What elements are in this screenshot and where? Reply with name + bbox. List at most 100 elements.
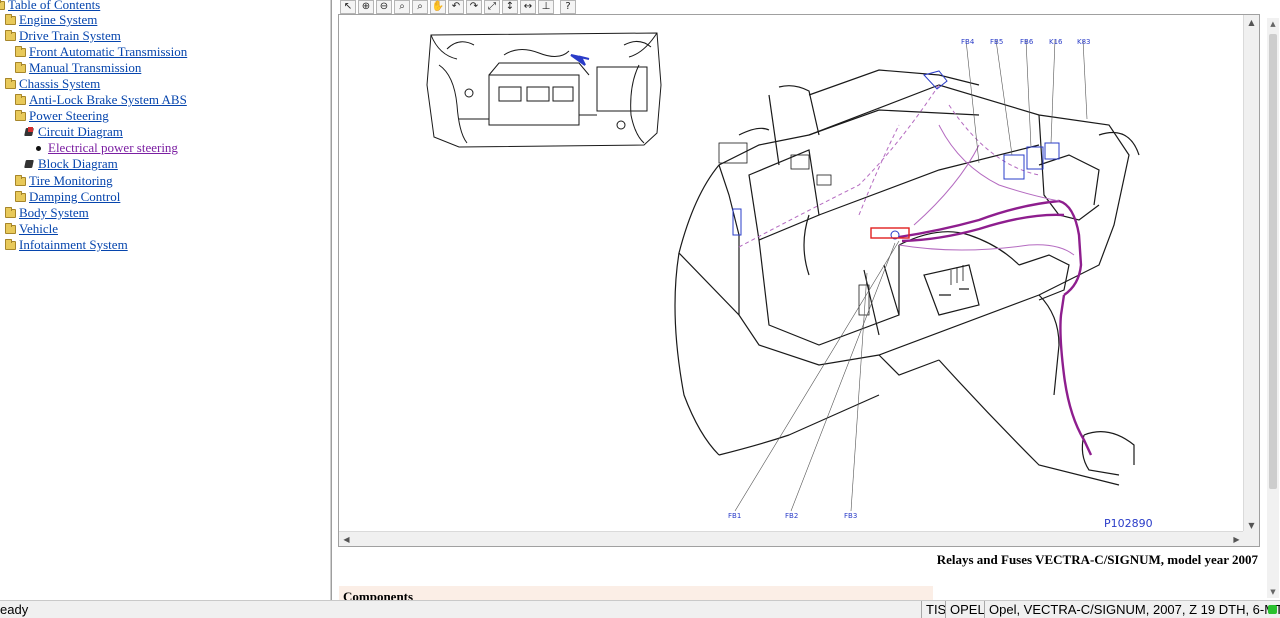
components-section: Components [339, 586, 933, 600]
folder-icon [5, 13, 16, 25]
folder-icon [15, 93, 26, 105]
tree-item-chassis-system[interactable]: Chassis System [5, 76, 100, 92]
tree-item-label[interactable]: Electrical power steering [48, 140, 178, 156]
zoom-window-icon[interactable]: ⌕ [412, 0, 428, 14]
measure-icon[interactable]: ⊥ [538, 0, 554, 14]
zoom-out-icon[interactable]: ⊖ [376, 0, 392, 14]
callout-labels: FB4 FB5 FB6 K16 K83 FB1 FB2 FB3 [728, 38, 1091, 520]
tree-item-label[interactable]: Chassis System [19, 76, 100, 92]
viewer-toolbar: ↖ ⊕ ⊖ ⌕ ⌕ ✋ ↶ ↷ ⤢ ↕ ↔ ⊥ ? [340, 0, 576, 14]
components-heading: Components [343, 589, 414, 600]
status-cell-brand: OPEL [945, 601, 989, 618]
fusebox-outline [674, 69, 1140, 486]
leader-lines [734, 39, 1088, 512]
status-text: eady [0, 602, 29, 617]
label-fb5: FB5 [990, 38, 1003, 46]
folder-icon [5, 77, 16, 89]
tree-item-body-system[interactable]: Body System [5, 205, 89, 221]
label-fb1: FB1 [728, 512, 741, 520]
dashed-harness [738, 84, 1040, 248]
tree-item-label[interactable]: Front Automatic Transmission [29, 44, 187, 60]
engine-bay-inset [426, 32, 662, 148]
tree-item-label[interactable]: Engine System [19, 12, 97, 28]
book-icon [25, 127, 34, 137]
tree-item-label[interactable]: Damping Control [29, 189, 120, 205]
scrollbar-thumb[interactable] [1269, 34, 1277, 489]
folder-icon [15, 174, 26, 186]
tree-item-label[interactable]: Anti-Lock Brake System ABS [29, 92, 187, 108]
scrollbar-corner [1243, 531, 1259, 546]
document-pane: ↖ ⊕ ⊖ ⌕ ⌕ ✋ ↶ ↷ ⤢ ↕ ↔ ⊥ ? FB4 FB5 FB6 K1… [332, 0, 1280, 600]
tree-item-manual-transmission[interactable]: Manual Transmission [15, 60, 141, 76]
folder-icon [0, 0, 5, 10]
label-fb2: FB2 [785, 512, 798, 520]
tree-item-label[interactable]: Infotainment System [19, 237, 128, 253]
folder-icon [15, 190, 26, 202]
scroll-down-icon[interactable]: ▼ [1267, 586, 1279, 598]
fit-all-icon[interactable]: ⤢ [484, 0, 500, 14]
tree-item-circuit-diagram[interactable]: Circuit Diagram [25, 124, 123, 140]
figure-caption: Relays and Fuses VECTRA-C/SIGNUM, model … [936, 552, 1258, 567]
folder-icon [15, 45, 26, 57]
pan-hand-icon[interactable]: ✋ [430, 0, 446, 14]
zoom-in-icon[interactable]: ⊕ [358, 0, 374, 14]
wiring-harness [898, 199, 1093, 456]
tree-item-label[interactable]: Circuit Diagram [38, 124, 123, 140]
tree-item-electrical-power-steering[interactable]: Electrical power steering [33, 140, 178, 156]
bullet-icon [36, 145, 41, 151]
status-bar: eady TIS OPEL Opel, VECTRA-C/SIGNUM, 200… [0, 600, 1280, 618]
folder-icon [5, 29, 16, 41]
tree-item-label[interactable]: Manual Transmission [29, 60, 141, 76]
tree-item-tire-monitoring[interactable]: Tire Monitoring [15, 173, 113, 189]
scroll-up-icon[interactable]: ▲ [1267, 18, 1279, 30]
tree-item-label[interactable]: Block Diagram [38, 156, 118, 172]
tree-item-label[interactable]: Power Steering [29, 108, 109, 124]
label-k83: K83 [1077, 38, 1091, 46]
fit-width-icon[interactable]: ↔ [520, 0, 536, 14]
scroll-up-icon[interactable]: ▲ [1244, 15, 1259, 30]
book-icon [25, 159, 34, 169]
select-pointer-icon[interactable]: ↖ [340, 0, 356, 14]
rotate-left-icon[interactable]: ↶ [448, 0, 464, 14]
tree-item-front-automatic-transmission[interactable]: Front Automatic Transmission [15, 44, 187, 60]
fit-height-icon[interactable]: ↕ [502, 0, 518, 14]
folder-icon [5, 206, 16, 218]
help-icon[interactable]: ? [560, 0, 576, 14]
viewer-vertical-scrollbar[interactable]: ▲ ▼ [1243, 15, 1259, 533]
rotate-right-icon[interactable]: ↷ [466, 0, 482, 14]
wiring-harness-light [898, 124, 1075, 256]
tree-item-label[interactable]: Drive Train System [19, 28, 121, 44]
diagram-viewer[interactable]: FB4 FB5 FB6 K16 K83 FB1 FB2 FB3 P102890 … [338, 14, 1260, 547]
tree-item-label[interactable]: Vehicle [19, 221, 58, 237]
fuse-block-details [718, 142, 964, 316]
tree-item-infotainment-system[interactable]: Infotainment System [5, 237, 128, 253]
label-fb4: FB4 [961, 38, 975, 46]
folder-icon [15, 109, 26, 121]
scroll-right-icon[interactable]: ▶ [1229, 532, 1244, 546]
magnifier-icon[interactable]: ⌕ [394, 0, 410, 14]
tree-item-power-steering[interactable]: Power Steering [15, 108, 109, 124]
figure-id: P102890 [1104, 517, 1153, 530]
label-fb6: FB6 [1020, 38, 1034, 46]
tree-item-damping-control[interactable]: Damping Control [15, 189, 120, 205]
tree-item-drive-train-system[interactable]: Drive Train System [5, 28, 121, 44]
tree-item-vehicle[interactable]: Vehicle [5, 221, 58, 237]
connection-status-icon [1268, 605, 1277, 614]
tree-item-block-diagram[interactable]: Block Diagram [25, 156, 118, 172]
tree-item-engine-system[interactable]: Engine System [5, 12, 97, 28]
tree-item-anti-lock-brake-system[interactable]: Anti-Lock Brake System ABS [15, 92, 187, 108]
folder-icon [5, 238, 16, 250]
page-vertical-scrollbar[interactable]: ▲ ▼ [1267, 18, 1279, 598]
table-of-contents-tree: Table of Contents Engine System Drive Tr… [0, 0, 330, 600]
label-fb3: FB3 [844, 512, 857, 520]
folder-icon [15, 61, 26, 73]
tree-item-label[interactable]: Body System [19, 205, 89, 221]
label-k16: K16 [1049, 38, 1063, 46]
relays-fuses-drawing[interactable]: FB4 FB5 FB6 K16 K83 FB1 FB2 FB3 P102890 [339, 15, 1244, 533]
status-cell-vehicle: Opel, VECTRA-C/SIGNUM, 2007, Z 19 DTH, 6… [984, 601, 1280, 618]
viewer-horizontal-scrollbar[interactable]: ◀ ▶ [339, 531, 1244, 546]
connector-highlights [732, 70, 1060, 240]
folder-icon [5, 222, 16, 234]
tree-item-label[interactable]: Tire Monitoring [29, 173, 113, 189]
scroll-left-icon[interactable]: ◀ [339, 532, 354, 546]
